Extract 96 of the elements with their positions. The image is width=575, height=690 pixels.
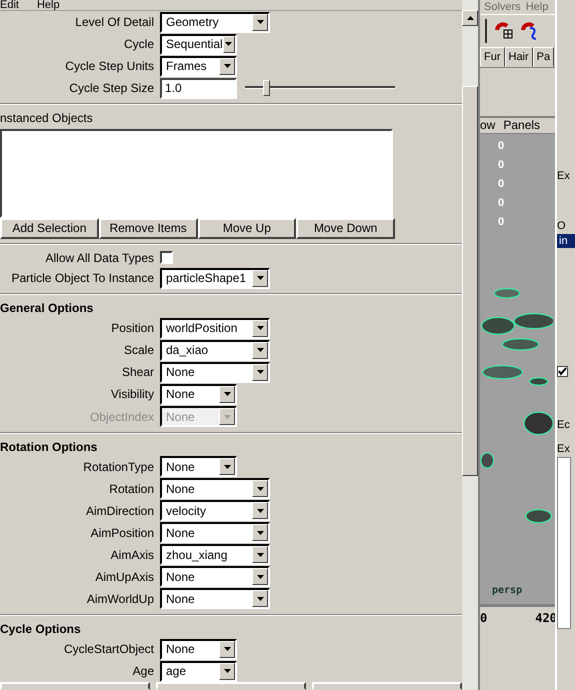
field-label: Cycle [122, 37, 155, 52]
field-label: AimAxis [110, 548, 155, 562]
shelf-tab[interactable]: Hair [504, 47, 533, 67]
section-title: General Options [0, 300, 94, 318]
dropdown[interactable]: Frames [160, 56, 237, 77]
dropdown-arrow-icon [256, 326, 264, 330]
dropdown[interactable]: None [160, 362, 270, 383]
field-label: RotationType [82, 460, 155, 474]
menu-item[interactable]: Help [526, 0, 548, 14]
menu-item[interactable]: ow [480, 118, 496, 133]
dropdown[interactable]: None [160, 588, 270, 610]
field-label: ObjectIndex [88, 410, 155, 424]
panel-label: Ex [557, 169, 571, 184]
hud-value: 0 [498, 140, 504, 152]
field-label: Level Of Detail [74, 15, 155, 30]
magnet-icon[interactable] [495, 22, 512, 38]
dropdown-arrow-icon [256, 486, 264, 491]
panel-label: Ex [557, 442, 571, 457]
dropdown[interactable]: None [160, 384, 237, 405]
dropdown-arrow-icon [256, 552, 264, 557]
hud-value: 0 [498, 197, 504, 209]
dropdown-arrow-icon [224, 647, 230, 652]
dropdown[interactable]: particleShape1 [160, 268, 270, 289]
scrollbar-thumb[interactable] [462, 86, 478, 476]
dropdown[interactable]: da_xiao [160, 340, 270, 361]
field-label: Shear [120, 365, 155, 380]
checkbox[interactable] [557, 366, 568, 377]
dropdown-arrow-icon [225, 42, 232, 46]
dropdown-arrow-icon [224, 669, 230, 674]
action-button[interactable]: Remove Items [98, 218, 198, 239]
number-field[interactable]: 1.0 [160, 78, 237, 99]
magnet-icon[interactable] [521, 22, 536, 40]
scroll-up-button[interactable] [462, 10, 478, 26]
viewport[interactable]: 0 0 0 0 0 persp [480, 134, 555, 604]
dropdown[interactable]: None [160, 638, 237, 660]
dropdown[interactable]: None [160, 522, 270, 544]
camera-label: persp [492, 585, 522, 596]
divider-icon [484, 19, 488, 43]
dropdown[interactable]: None [160, 456, 237, 478]
dropdown-arrow-icon [256, 574, 264, 579]
menu-item[interactable]: Edit [0, 0, 19, 10]
hud-value: 0 [498, 178, 504, 190]
field-label: AimWorldUp [86, 592, 155, 606]
hud-value: 0 [498, 216, 504, 228]
field-label: Visibility [110, 387, 155, 402]
hud-value: 0 [498, 159, 504, 171]
field-label: Allow All Data Types [44, 250, 155, 265]
dropdown-arrow-icon [224, 464, 230, 469]
section-title: Cycle Options [0, 620, 82, 638]
panel-label: O [557, 219, 567, 234]
shelf-tab[interactable]: Fur [480, 47, 504, 67]
dropdown-arrow-icon [224, 64, 230, 68]
field-label: AimDirection [84, 504, 155, 518]
dropdown[interactable]: age [160, 660, 237, 682]
action-button[interactable]: Move Down [296, 218, 395, 239]
dropdown[interactable]: Sequential [160, 34, 237, 55]
field-label: Scale [122, 343, 155, 358]
dropdown[interactable]: None [160, 478, 270, 500]
field-label: CycleStartObject [62, 642, 155, 656]
dropdown-arrow-icon [256, 530, 264, 535]
menu-item[interactable]: Solvers [484, 0, 521, 14]
field-label: Rotation [108, 482, 155, 496]
field-label: Position [110, 321, 155, 336]
shelf-tab[interactable]: Pa [532, 47, 554, 67]
action-button[interactable]: Move Up [198, 218, 296, 239]
menu-item[interactable]: Help [36, 0, 60, 10]
field-label: Particle Object To Instance [10, 271, 155, 286]
field-label: AimUpAxis [94, 570, 155, 584]
field-label: AimPosition [90, 526, 155, 540]
list-box[interactable] [0, 129, 393, 218]
dropdown-arrow-icon [256, 348, 264, 352]
dropdown-arrow-icon [256, 276, 264, 280]
dropdown[interactable]: zhou_xiang [160, 544, 270, 566]
dropdown-arrow-icon [256, 596, 264, 601]
slider-thumb[interactable] [263, 80, 270, 96]
menu-item[interactable]: Panels [503, 118, 540, 133]
dropdown[interactable]: velocity [160, 500, 270, 522]
section-title: nstanced Objects [0, 110, 94, 128]
list-item[interactable]: in [557, 234, 575, 248]
section-title: Rotation Options [0, 438, 98, 456]
field-label: Cycle Step Units [64, 59, 155, 74]
dropdown[interactable]: worldPosition [160, 318, 270, 339]
panel-label: Ec [557, 418, 571, 433]
action-button[interactable]: Add Selection [0, 218, 99, 239]
dropdown-arrow-icon [256, 508, 264, 513]
field-label: Age [132, 664, 155, 678]
up-arrow-icon [466, 16, 474, 20]
dropdown-arrow-icon [224, 392, 230, 396]
timeline-tick-label: 0 [480, 611, 488, 625]
dropdown-arrow-icon [224, 414, 230, 419]
field-label: Cycle Step Size [68, 81, 155, 96]
dropdown-arrow-icon [256, 20, 264, 24]
dropdown-arrow-icon [256, 370, 264, 374]
checkbox[interactable] [160, 251, 173, 264]
dropdown[interactable]: Geometry [160, 12, 270, 33]
dropdown[interactable]: None [160, 566, 270, 588]
